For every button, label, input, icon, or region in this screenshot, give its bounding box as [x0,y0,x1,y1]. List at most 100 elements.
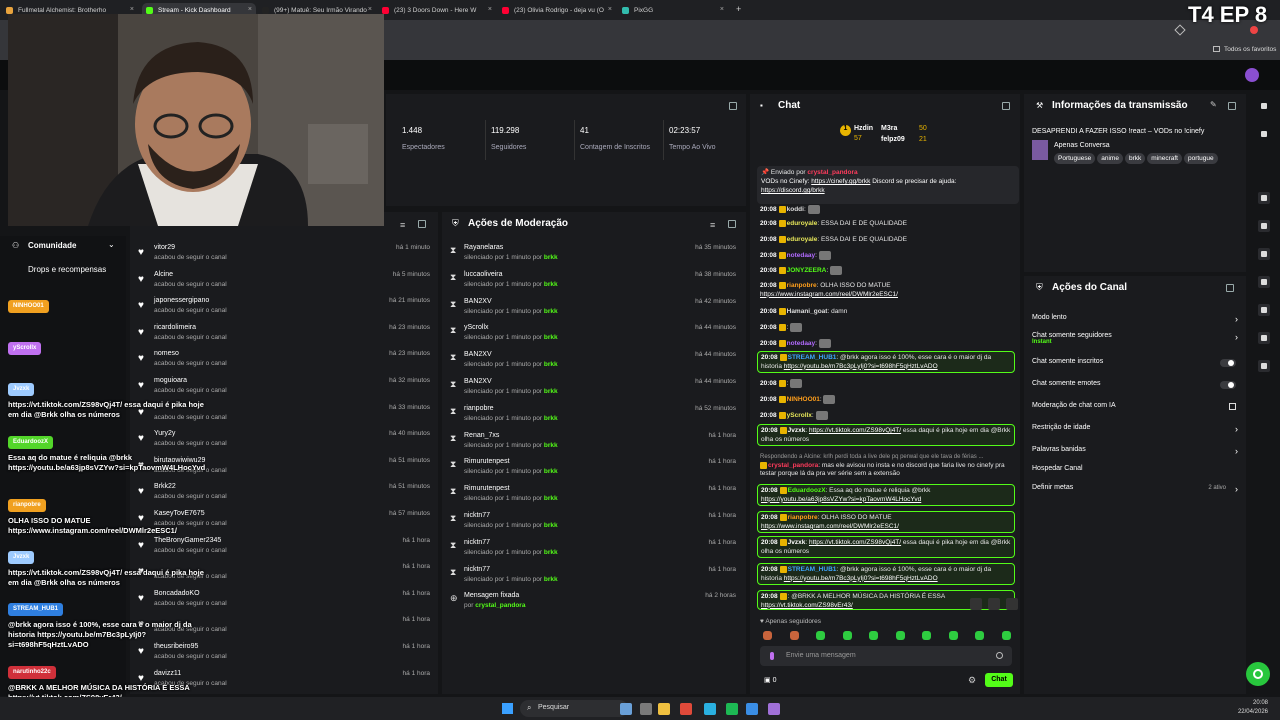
chat-username[interactable]: NINHOO01 [787,396,820,403]
rail-button[interactable] [1258,128,1270,140]
channel-action-row[interactable]: Chat somente inscritos [1032,358,1240,376]
chevron-right-icon[interactable]: › [1235,484,1238,494]
toggle-switch[interactable] [1220,381,1236,389]
channel-action-row[interactable]: Chat somente emotes [1032,380,1240,398]
expand-icon[interactable] [1228,102,1236,110]
moderation-user[interactable]: nicktn77 [464,539,490,546]
sidebar-drops[interactable]: Drops e recompensas [28,265,106,274]
channel-action-row[interactable]: Modo lento › [1032,314,1240,332]
stream-tag[interactable]: brkk [1124,153,1146,164]
expand-icon[interactable] [418,220,426,228]
channel-action-row[interactable]: Palavras banidas › [1032,446,1240,464]
stream-tag[interactable]: anime [1097,153,1123,164]
moderation-user[interactable]: luccaoliveira [464,271,503,278]
chat-username[interactable]: rianpobre [787,282,817,289]
close-icon[interactable]: × [608,6,612,13]
chat-username[interactable]: STREAM_HUB1 [788,566,837,573]
moderation-by[interactable]: brkk [544,442,558,449]
emote-button[interactable] [975,631,984,640]
user-avatar[interactable] [1245,68,1259,82]
moderation-user[interactable]: rianpobre [464,405,494,412]
chat-link[interactable]: https://youtu.be/a63jp8sVZYw?si=kpTaovmW… [761,496,921,503]
taskbar-app-icon[interactable] [768,703,780,715]
moderation-by[interactable]: brkk [544,576,558,583]
chat-username[interactable]: rianpobre [788,514,818,521]
taskbar-app-icon[interactable] [658,703,670,715]
chat-link[interactable]: https://vt.tiktok.com/ZS98vQj4T/ [809,427,901,434]
browser-tab[interactable]: (23) 3 Doors Down - Here W × [378,3,496,18]
browser-tab[interactable]: (23) Olivia Rodrigo - deja vu (O × [498,3,616,18]
chat-username[interactable]: Jvzxk [788,427,806,434]
pinned-user[interactable]: crystal_pandora [807,169,857,176]
follower-name[interactable]: ricardolimeira [154,324,196,331]
rail-button[interactable] [1258,332,1270,344]
follower-name[interactable]: nomeso [154,350,179,357]
stream-tag[interactable]: portugue [1183,153,1218,164]
follower-name[interactable]: Yury2y [154,430,175,437]
mic-icon[interactable] [770,652,774,660]
toggle-switch[interactable] [1220,359,1236,367]
moderation-user[interactable]: Rimurutenpest [464,458,510,465]
chat-username[interactable]: eduroyale [787,220,818,227]
moderation-by[interactable]: brkk [544,549,558,556]
expand-icon[interactable] [1226,284,1234,292]
moderation-user[interactable]: BAN2XV [464,378,492,385]
moderation-by[interactable]: brkk [544,361,558,368]
emote-button[interactable] [948,631,958,640]
all-bookmarks[interactable]: Todos os favoritos [1224,46,1276,53]
chat-link[interactable]: https://www.instagram.com/reel/DWMlr2eES… [760,291,898,298]
emote-button[interactable] [816,631,825,640]
moderation-by[interactable]: brkk [544,468,558,475]
follower-name[interactable]: japonessergipano [154,297,209,304]
taskbar-app-icon[interactable] [620,703,632,715]
rail-button[interactable] [1258,276,1270,288]
chat-link[interactable]: https://youtu.be/m7Bc3pLyIj0?si=t698hF5q… [784,575,938,582]
channel-action-row[interactable]: Hospedar Canal [1032,465,1240,483]
emote-button[interactable] [869,631,878,640]
chat-username[interactable]: Hamani_goat [787,308,828,315]
moderation-user[interactable]: Mensagem fixada [464,592,519,599]
moderation-user[interactable]: BAN2XV [464,298,492,305]
moderation-by[interactable]: brkk [544,522,558,529]
follower-name[interactable]: davizz11 [154,670,181,677]
taskbar-search[interactable]: ⌕ Pesquisar [520,700,628,717]
chat-username[interactable]: eduroyale [787,236,818,243]
moderation-user[interactable]: nicktn77 [464,512,490,519]
pinned-message[interactable]: 📌 Enviado por crystal_pandora VODs no Ci… [757,166,1019,204]
windows-start-icon[interactable] [502,703,513,714]
chat-username[interactable]: notedaay [787,340,816,347]
close-icon[interactable]: × [368,6,372,13]
trash-icon[interactable] [1006,598,1018,610]
leaderboard-entry[interactable]: M3ra 50 [881,125,927,132]
stream-tag[interactable]: Portuguese [1054,153,1096,164]
new-tab-button[interactable]: + [736,4,741,14]
channel-action-row[interactable]: Restrição de idade › [1032,424,1240,442]
moderation-user[interactable]: yScrollx [464,324,489,331]
channel-action-row[interactable]: Moderação de chat com IA [1032,402,1240,420]
moderation-user[interactable]: BAN2XV [464,351,492,358]
chat-username[interactable]: koddi [787,206,804,213]
moderation-by[interactable]: brkk [544,254,558,261]
chat-link[interactable]: https://vt.tiktok.com/ZS98vEr43/ [761,602,853,609]
chat-username[interactable]: STREAM_HUB1 [788,354,837,361]
rail-button[interactable] [1258,304,1270,316]
chat-input[interactable]: Envie uma mensagem [760,646,1012,666]
emote-button[interactable] [1001,631,1011,640]
emote-button[interactable] [763,631,772,640]
chevron-right-icon[interactable]: › [1235,332,1238,342]
rail-button[interactable] [1258,100,1270,112]
channel-action-row[interactable]: Definir metas › 2 ativo [1032,484,1240,502]
moderation-by[interactable]: brkk [544,281,558,288]
chat-link[interactable]: https://vt.tiktok.com/ZS98vQj4T/ [809,539,901,546]
moderation-by[interactable]: brkk [544,388,558,395]
chevron-right-icon[interactable]: › [1235,424,1238,434]
taskbar-app-icon[interactable] [746,703,758,715]
rail-button[interactable] [1258,192,1270,204]
moderation-by[interactable]: brkk [544,308,558,315]
chat-username[interactable]: Jvzxk [788,539,806,546]
follower-name[interactable]: Brkk22 [154,483,176,490]
chevron-right-icon[interactable]: › [1235,314,1238,324]
send-chat-button[interactable]: Chat [985,673,1013,687]
support-button[interactable] [1246,662,1270,686]
stream-tag[interactable]: minecraft [1147,153,1182,164]
